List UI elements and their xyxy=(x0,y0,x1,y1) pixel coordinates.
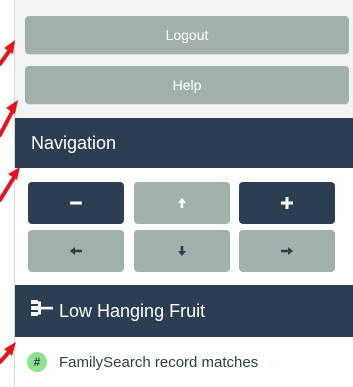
pan-left-button[interactable] xyxy=(28,230,124,272)
pan-up-button[interactable] xyxy=(134,182,230,224)
list-item[interactable]: # FamilySearch record matches xyxy=(15,337,353,387)
arrow-right-icon xyxy=(281,247,293,255)
arrow-up-icon xyxy=(178,198,186,208)
arrow-left-icon xyxy=(70,247,82,255)
pan-down-button[interactable] xyxy=(134,230,230,272)
minus-icon xyxy=(70,201,82,205)
annotation-arrow xyxy=(0,48,12,66)
logout-button[interactable]: Logout xyxy=(25,16,349,54)
plus-icon xyxy=(281,197,293,209)
annotation-arrow xyxy=(0,350,11,364)
account-actions-area: Logout Help xyxy=(15,0,353,118)
list-item-label: FamilySearch record matches xyxy=(59,353,259,371)
low-hanging-fruit-title: Low Hanging Fruit xyxy=(59,301,206,321)
navigation-header: Navigation xyxy=(15,118,353,168)
annotation-arrow xyxy=(0,177,15,202)
arrow-down-icon xyxy=(178,246,186,256)
pan-right-button[interactable] xyxy=(239,230,335,272)
help-button[interactable]: Help xyxy=(25,66,349,104)
sidebar-panel: Logout Help Navigation Low Hanging Fruit… xyxy=(14,0,353,387)
annotation-arrow xyxy=(0,110,14,137)
navigation-controls xyxy=(15,168,353,285)
zoom-out-button[interactable] xyxy=(28,182,124,224)
hash-badge: # xyxy=(27,352,47,372)
tree-icon xyxy=(31,285,53,337)
zoom-in-button[interactable] xyxy=(239,182,335,224)
navigation-title: Navigation xyxy=(31,133,117,153)
low-hanging-fruit-header: Low Hanging Fruit xyxy=(15,285,353,337)
